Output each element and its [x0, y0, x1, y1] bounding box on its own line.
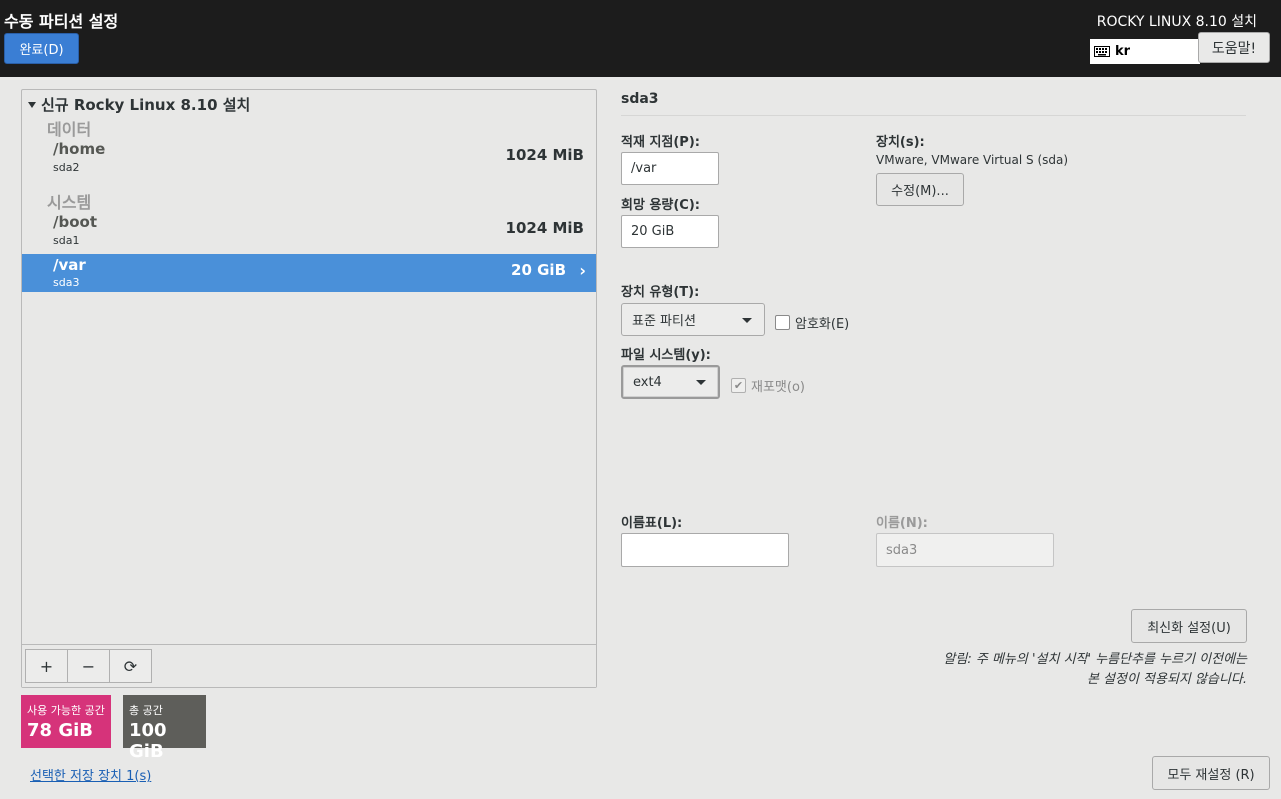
device-name: sda1 [53, 234, 80, 247]
apply-note-line1: 알림: 주 메뉴의 '설치 시작' 누름단추를 누르기 이전에는 [943, 652, 1247, 667]
label-field-label: 이름표(L): [621, 516, 683, 531]
refresh-icon: ⟳ [123, 656, 138, 676]
reformat-checkbox[interactable]: ✔ 재포맷(o) [731, 376, 805, 395]
name-field: sda3 [876, 533, 1054, 567]
device-type-value: 표준 파티션 [632, 314, 696, 329]
label-field[interactable] [621, 533, 789, 567]
top-bar: 수동 파티션 설정 완료(D) ROCKY LINUX 8.10 설치 kr 도… [0, 0, 1281, 77]
device-type-label: 장치 유형(T): [621, 285, 700, 300]
mount-point: /boot [53, 213, 97, 231]
device-name: sda2 [53, 161, 80, 174]
page-title: 수동 파티션 설정 [4, 12, 119, 31]
device-type-select[interactable]: 표준 파티션 [621, 303, 765, 336]
filesystem-value: ext4 [633, 374, 662, 390]
tree-root[interactable]: 신규 Rocky Linux 8.10 설치 [28, 94, 250, 115]
keyboard-layout-indicator[interactable]: kr [1090, 39, 1200, 64]
chevron-right-icon: › [579, 261, 586, 280]
partition-size: 1024 MiB [505, 146, 584, 164]
partition-toolbar: + − ⟳ [22, 644, 596, 687]
checkmark-icon[interactable]: ✔ [731, 378, 746, 393]
capacity-label: 희망 용량(C): [621, 198, 700, 213]
expander-triangle-icon[interactable] [28, 101, 36, 108]
tree-root-label: 신규 Rocky Linux 8.10 설치 [41, 96, 251, 114]
group-system-label: 시스템 [47, 193, 92, 212]
total-space-value: 100 GiB [129, 720, 167, 762]
encrypt-checkbox[interactable]: 암호화(E) [775, 313, 849, 332]
available-space-value: 78 GiB [27, 720, 93, 741]
encrypt-label: 암호화(E) [795, 317, 850, 332]
partition-detail-title: sda3 [621, 91, 659, 107]
product-title: ROCKY LINUX 8.10 설치 [1096, 14, 1257, 30]
modify-device-button[interactable]: 수정(M)... [876, 173, 964, 206]
device-value: VMware, VMware Virtual S (sda) [876, 153, 1069, 167]
done-button[interactable]: 완료(D) [4, 33, 79, 64]
device-name: sda3 [53, 276, 80, 289]
partition-size: 1024 MiB [505, 219, 584, 237]
reset-all-button[interactable]: 모두 재설정 (R) [1152, 756, 1270, 790]
partition-row-var[interactable]: /var sda3 20 GiB › [22, 254, 596, 292]
mount-point-label: 적재 지점(P): [621, 135, 700, 150]
checkbox-box[interactable] [775, 315, 790, 330]
help-button[interactable]: 도움말! [1198, 32, 1270, 63]
update-settings-button[interactable]: 최신화 설정(U) [1131, 609, 1247, 643]
chevron-down-icon [696, 380, 706, 385]
partition-row-boot[interactable]: /boot sda1 1024 MiB [22, 213, 596, 251]
capacity-field[interactable]: 20 GiB [621, 215, 719, 248]
keyboard-icon [1094, 46, 1110, 57]
apply-note: 알림: 주 메뉴의 '설치 시작' 누름단추를 누르기 이전에는 본 설정이 적… [943, 650, 1247, 690]
reformat-label: 재포맷(o) [751, 380, 805, 395]
remove-partition-button[interactable]: − [67, 649, 110, 683]
mount-point: /home [53, 140, 106, 158]
refresh-button[interactable]: ⟳ [109, 649, 152, 683]
total-space-box: 총 공간 100 GiB [123, 695, 206, 762]
mount-point: /var [53, 256, 86, 274]
partition-tree: 신규 Rocky Linux 8.10 설치 데이터 /home sda2 10… [21, 89, 597, 688]
total-space-label: 총 공간 [129, 704, 163, 717]
selected-devices-link[interactable]: 선택한 저장 장치 1(s) [30, 765, 151, 784]
separator [621, 115, 1246, 116]
name-field-label: 이름(N): [876, 516, 928, 531]
available-space-label: 사용 가능한 공간 [27, 704, 105, 717]
chevron-down-icon [742, 317, 752, 323]
filesystem-select[interactable]: ext4 [621, 365, 720, 399]
keyboard-layout-label: kr [1115, 44, 1131, 59]
mount-point-field[interactable]: /var [621, 152, 719, 185]
apply-note-line2: 본 설정이 적용되지 않습니다. [1086, 672, 1247, 687]
available-space-box: 사용 가능한 공간 78 GiB [21, 695, 111, 748]
filesystem-label: 파일 시스템(y): [621, 348, 711, 363]
add-partition-button[interactable]: + [25, 649, 68, 683]
partition-row-home[interactable]: /home sda2 1024 MiB [22, 140, 596, 178]
partition-size: 20 GiB [511, 261, 566, 279]
device-label: 장치(s): [876, 135, 925, 150]
group-data-label: 데이터 [47, 120, 92, 139]
